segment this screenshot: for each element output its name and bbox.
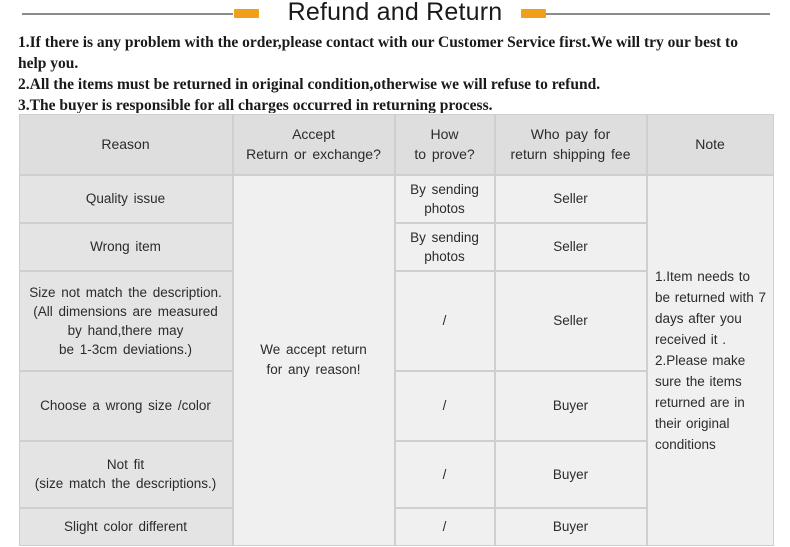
cell-who-pay: Buyer (494, 507, 647, 546)
page-header: Refund and Return (0, 0, 790, 28)
policy-table: Reason Accept Return or exchange? How to… (18, 113, 774, 546)
cell-prove: By sending photos (394, 174, 495, 223)
header-cell-prove: How to prove? (394, 113, 495, 175)
cell-who-pay: Seller (494, 270, 647, 371)
cell-reason: Choose a wrong size /color (18, 370, 233, 441)
policy-table-wrapper: Reason Accept Return or exchange? How to… (18, 113, 774, 546)
intro-line-2: 2.All the items must be returned in orig… (18, 76, 601, 93)
cell-who-pay: Seller (494, 222, 647, 271)
header-dash-right (521, 9, 546, 18)
cell-reason: Quality issue (18, 174, 233, 223)
table-header-row: Reason Accept Return or exchange? How to… (18, 113, 774, 175)
header-cell-reason: Reason (18, 113, 233, 175)
cell-accept-merged: We accept return for any reason! (232, 174, 395, 546)
cell-reason: Wrong item (18, 222, 233, 271)
cell-reason: Slight color different (18, 507, 233, 546)
cell-prove: / (394, 440, 495, 508)
cell-prove: / (394, 370, 495, 441)
table-row: Quality issue We accept return for any r… (18, 174, 774, 546)
intro-line-1: 1.If there is any problem with the order… (18, 34, 738, 72)
cell-reason: Size not match the description. (All dim… (18, 270, 233, 371)
header-cell-note: Note (646, 113, 774, 175)
cell-reason: Not fit (size match the descriptions.) (18, 440, 233, 508)
intro-paragraph: 1.If there is any problem with the order… (18, 32, 758, 116)
cell-who-pay: Buyer (494, 370, 647, 441)
header-rule-right (546, 13, 770, 15)
cell-who-pay: Buyer (494, 440, 647, 508)
header-cell-accept: Accept Return or exchange? (232, 113, 395, 175)
header-cell-who-pay: Who pay for return shipping fee (494, 113, 647, 175)
cell-note-merged: 1.Item needs to be returned with 7 days … (646, 174, 774, 546)
cell-prove: / (394, 507, 495, 546)
cell-prove: By sending photos (394, 222, 495, 271)
cell-prove: / (394, 270, 495, 371)
cell-who-pay: Seller (494, 174, 647, 223)
